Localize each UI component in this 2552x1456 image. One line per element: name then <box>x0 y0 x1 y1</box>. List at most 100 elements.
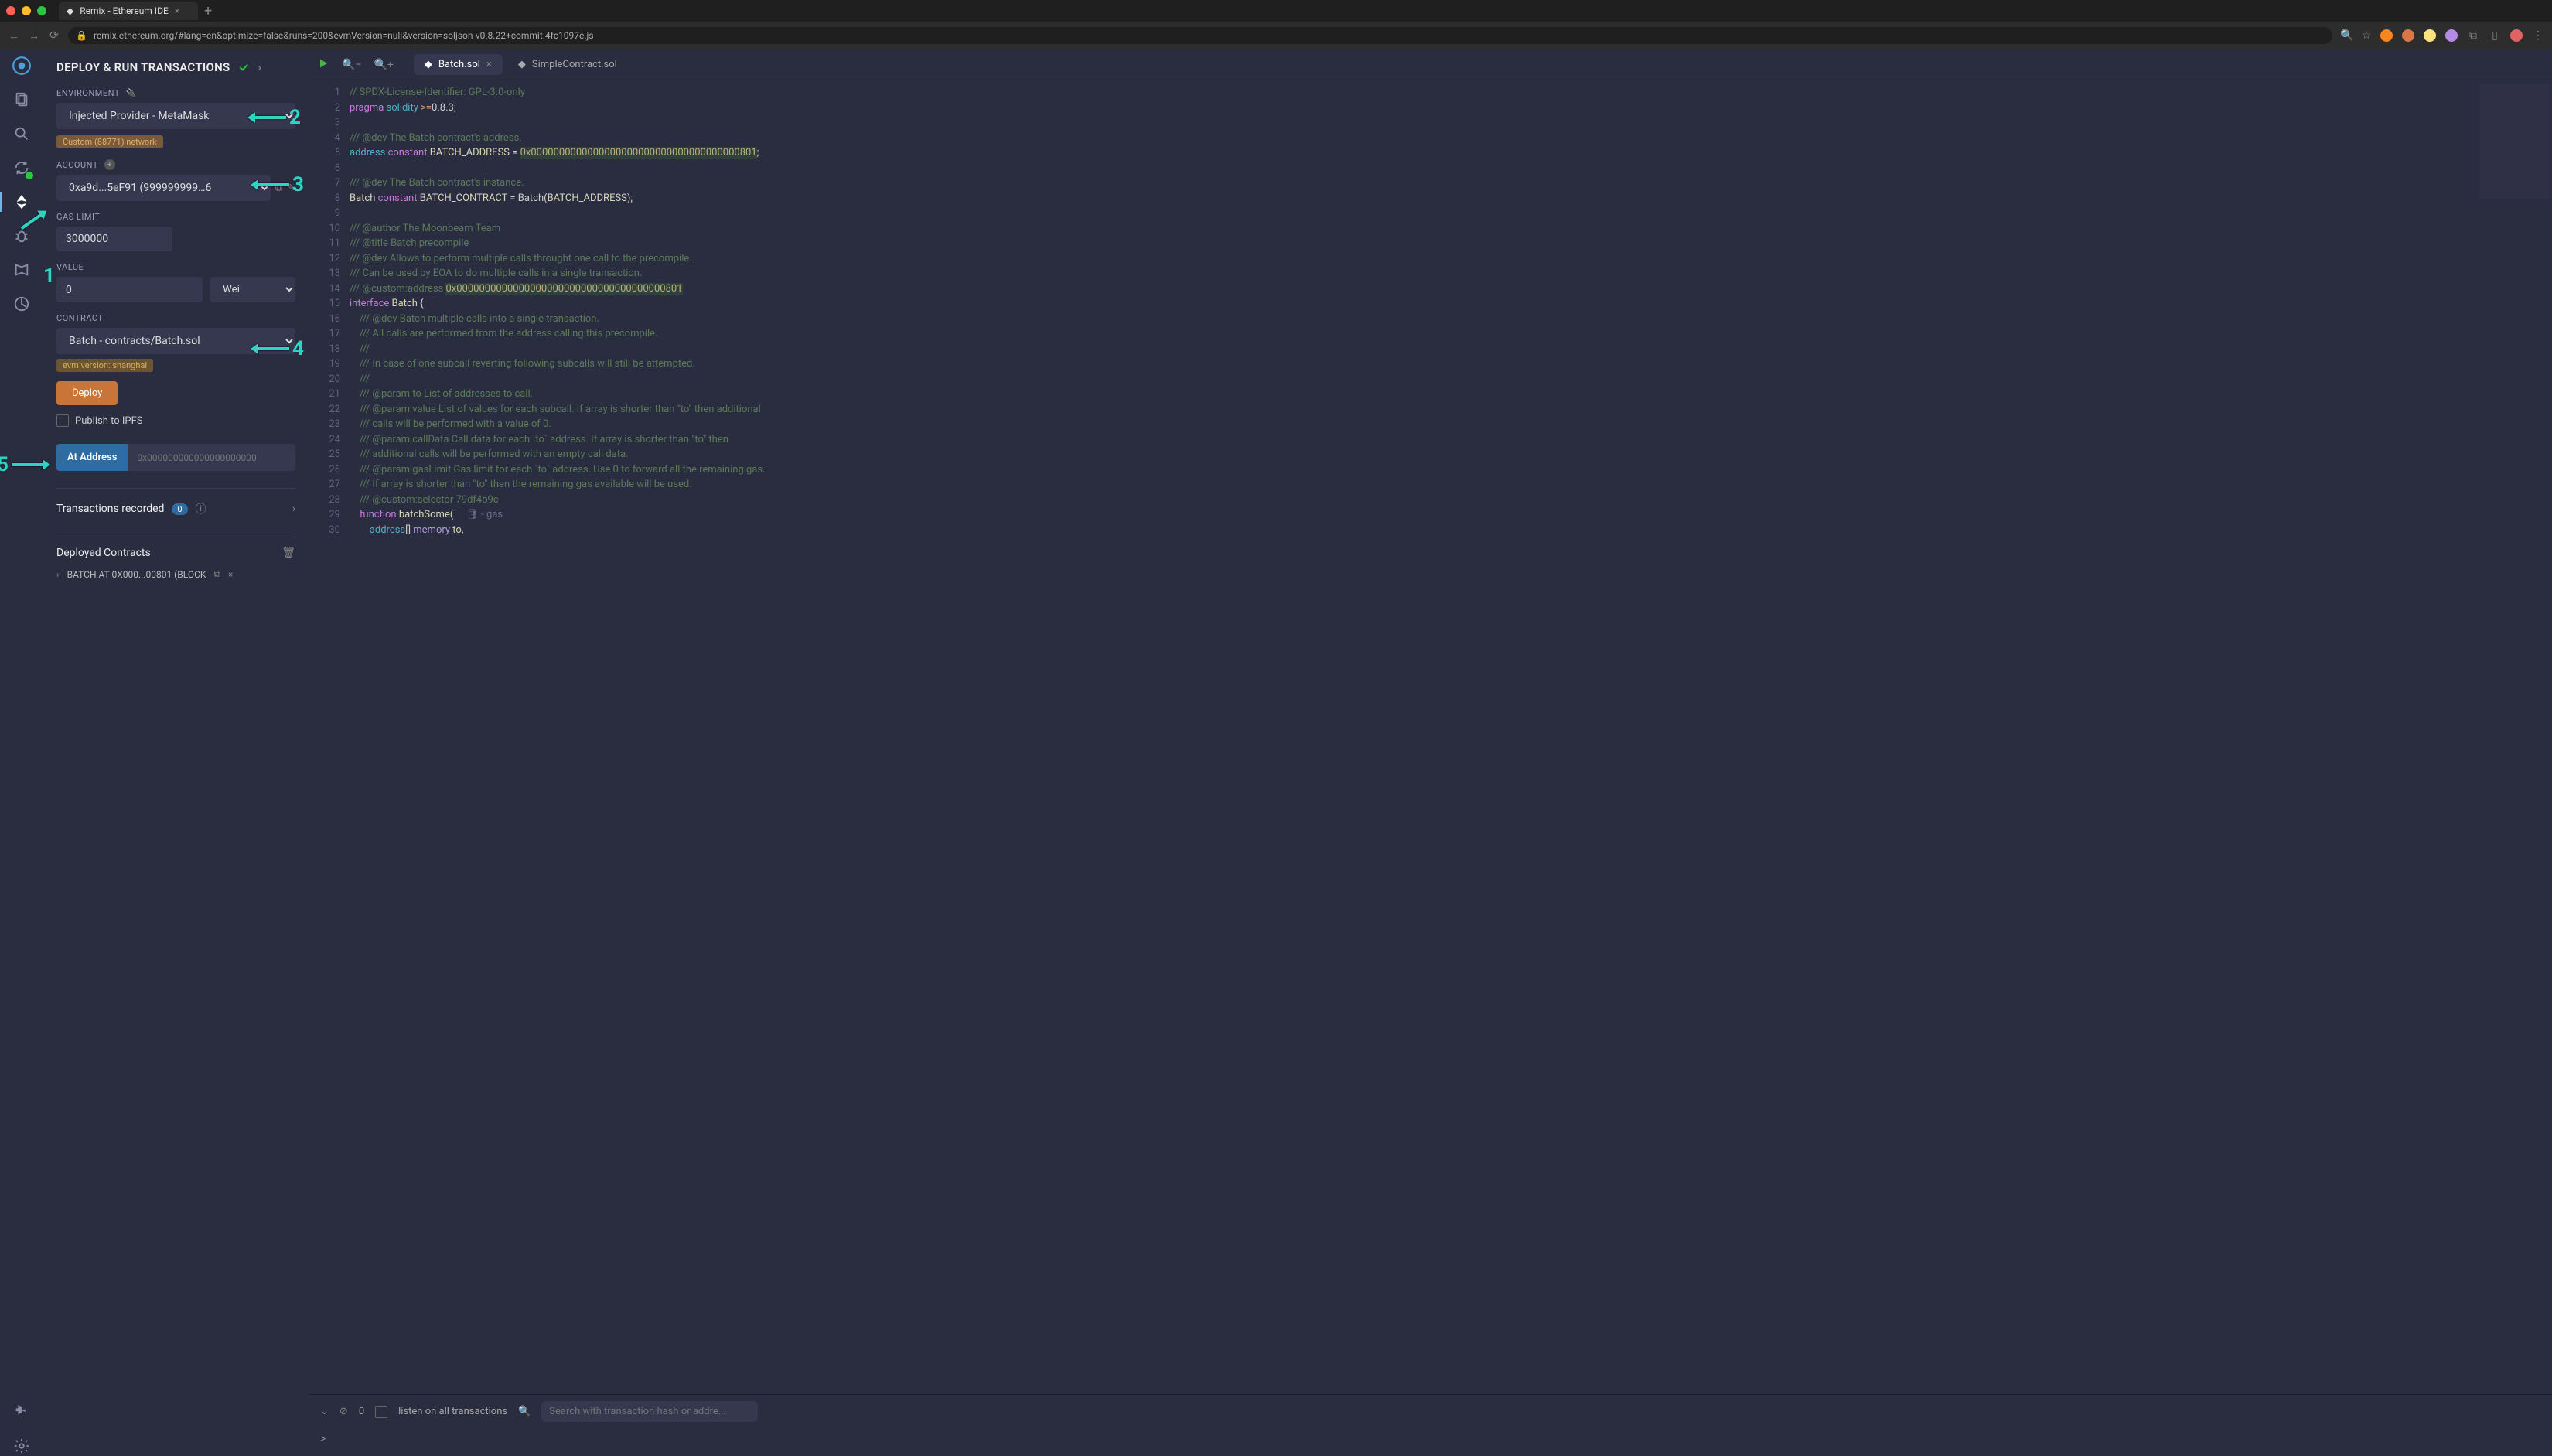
console-prompt[interactable]: > <box>309 1428 2552 1456</box>
run-icon[interactable] <box>317 57 329 73</box>
pending-count: 0 <box>359 1406 364 1417</box>
publish-ipfs-row[interactable]: Publish to IPFS <box>56 414 295 427</box>
gas-limit-label: GAS LIMIT <box>56 212 295 222</box>
extension-metamask-icon[interactable] <box>2380 29 2393 42</box>
site-info-icon[interactable]: 🔒 <box>76 30 87 41</box>
panel-header: DEPLOY & RUN TRANSACTIONS › <box>56 60 295 74</box>
star-icon[interactable]: ☆ <box>2360 29 2373 42</box>
gas-limit-input[interactable] <box>56 227 172 251</box>
chevron-right-icon[interactable]: › <box>292 503 295 515</box>
deploy-button[interactable]: Deploy <box>56 381 118 405</box>
extension-3-icon[interactable] <box>2424 29 2436 42</box>
panel-title: DEPLOY & RUN TRANSACTIONS <box>56 60 230 74</box>
tab-label: Batch.sol <box>438 59 480 70</box>
at-address-input[interactable] <box>128 444 295 471</box>
minimize-window-button[interactable] <box>22 6 31 15</box>
at-address-button[interactable]: At Address <box>56 444 128 471</box>
plug-icon[interactable]: 🔌 <box>126 88 137 98</box>
browser-menu-icon[interactable]: ⋮ <box>2532 29 2544 42</box>
network-badge: Custom (88771) network <box>56 135 163 148</box>
side-panel-icon[interactable]: ▯ <box>2489 29 2501 42</box>
profile-avatar[interactable] <box>2510 29 2523 42</box>
account-label: ACCOUNT + <box>56 159 295 170</box>
clear-console-icon[interactable]: ⊘ <box>339 1406 348 1417</box>
publish-ipfs-label: Publish to IPFS <box>75 415 143 427</box>
browser-tab-bar: ◆ Remix - Ethereum IDE × + <box>0 0 2552 22</box>
tab-label: SimpleContract.sol <box>532 59 617 70</box>
contract-select[interactable]: Batch - contracts/Batch.sol <box>56 328 295 354</box>
value-unit-select[interactable]: Wei <box>210 277 295 302</box>
code-content[interactable]: // SPDX-License-Identifier: GPL-3.0-only… <box>350 85 2552 1394</box>
environment-select[interactable]: Injected Provider - MetaMask <box>56 103 295 129</box>
zoom-icon[interactable]: 🔍 <box>2340 29 2352 42</box>
trash-icon[interactable]: 🗑 <box>281 547 295 559</box>
tab-batch-sol[interactable]: ◆ Batch.sol × <box>414 54 503 75</box>
close-icon[interactable]: × <box>228 569 233 580</box>
vertical-nav <box>0 49 43 1456</box>
remix-app: DEPLOY & RUN TRANSACTIONS › ENVIRONMENT … <box>0 49 2552 1456</box>
transactions-recorded-row[interactable]: Transactions recorded 0 ⓘ › <box>56 501 295 517</box>
deploy-icon[interactable] <box>12 192 32 212</box>
compile-success-badge <box>26 172 33 179</box>
compiler-icon[interactable] <box>12 158 32 178</box>
editor-toolbar: 🔍− 🔍+ ◆ Batch.sol × ◆ SimpleContract.sol <box>309 49 2552 80</box>
file-explorer-icon[interactable] <box>12 90 32 110</box>
evm-version-badge: evm version: shanghai <box>56 359 153 372</box>
edit-account-icon[interactable]: ✎ <box>287 182 295 194</box>
code-editor[interactable]: 1234567891011121314151617181920212223242… <box>309 80 2552 1394</box>
editor-area: 🔍− 🔍+ ◆ Batch.sol × ◆ SimpleContract.sol… <box>309 49 2552 1456</box>
tab-title: Remix - Ethereum IDE <box>80 5 169 16</box>
deployed-contract-item[interactable]: › BATCH AT 0X000...00801 (BLOCK ⧉ × <box>56 568 295 580</box>
copy-account-icon[interactable]: ⧉ <box>275 182 282 194</box>
remix-logo-icon[interactable] <box>12 56 32 76</box>
panel-collapse-icon[interactable]: › <box>258 60 261 74</box>
settings-icon[interactable] <box>12 1436 32 1456</box>
close-tab-icon[interactable]: × <box>486 59 492 70</box>
deployed-contracts-header: Deployed Contracts 🗑 <box>56 547 295 559</box>
learn-icon[interactable] <box>12 260 32 280</box>
reload-icon[interactable]: ⟳ <box>48 29 60 42</box>
zoom-in-icon[interactable]: 🔍+ <box>374 59 393 71</box>
info-icon[interactable]: ⓘ <box>196 501 206 517</box>
tab-favicon: ◆ <box>67 5 73 16</box>
value-input[interactable] <box>56 277 203 302</box>
listen-checkbox[interactable] <box>375 1406 387 1418</box>
publish-ipfs-checkbox[interactable] <box>56 414 69 427</box>
minimap[interactable] <box>2479 84 2549 199</box>
copy-address-icon[interactable]: ⧉ <box>213 568 220 580</box>
debugger-icon[interactable] <box>12 226 32 246</box>
close-tab-icon[interactable]: × <box>175 5 179 16</box>
url-bar[interactable]: 🔒 remix.ethereum.org/#lang=en&optimize=f… <box>68 27 2332 44</box>
extensions-menu-icon[interactable]: ⧉ <box>2467 29 2479 42</box>
forward-icon[interactable]: → <box>28 29 40 43</box>
deployed-contracts-label: Deployed Contracts <box>56 547 151 559</box>
close-window-button[interactable] <box>6 6 15 15</box>
account-select[interactable]: 0xa9d...5eF91 (999999999…6 <box>56 175 271 201</box>
chevron-right-icon[interactable]: › <box>56 569 60 580</box>
search-transactions-input[interactable] <box>541 1401 758 1422</box>
add-account-icon[interactable]: + <box>104 159 115 170</box>
stats-icon[interactable] <box>12 294 32 314</box>
window-controls <box>6 6 46 15</box>
transactions-count-badge: 0 <box>172 503 187 515</box>
browser-tab[interactable]: ◆ Remix - Ethereum IDE × <box>59 2 198 20</box>
search-icon[interactable] <box>12 124 32 144</box>
deployed-contract-name: BATCH AT 0X000...00801 (BLOCK <box>67 569 206 580</box>
tab-simplecontract-sol[interactable]: ◆ SimpleContract.sol <box>507 54 628 75</box>
check-icon <box>237 61 250 73</box>
search-console-icon[interactable]: 🔍 <box>518 1406 531 1417</box>
extension-4-icon[interactable] <box>2445 29 2458 42</box>
plugin-icon[interactable] <box>12 1402 32 1422</box>
maximize-window-button[interactable] <box>37 6 46 15</box>
extension-2-icon[interactable] <box>2402 29 2414 42</box>
deploy-panel: DEPLOY & RUN TRANSACTIONS › ENVIRONMENT … <box>43 49 309 1456</box>
solidity-file-icon: ◆ <box>425 59 432 70</box>
editor-tabs: ◆ Batch.sol × ◆ SimpleContract.sol <box>414 54 628 75</box>
collapse-console-icon[interactable]: ⌄ <box>320 1406 329 1417</box>
extension-icons: ⧉ ▯ ⋮ <box>2380 29 2544 42</box>
new-tab-button[interactable]: + <box>204 3 212 19</box>
contract-label: CONTRACT <box>56 313 295 323</box>
environment-label: ENVIRONMENT 🔌 <box>56 88 295 98</box>
back-icon[interactable]: ← <box>8 29 20 43</box>
zoom-out-icon[interactable]: 🔍− <box>342 59 361 71</box>
